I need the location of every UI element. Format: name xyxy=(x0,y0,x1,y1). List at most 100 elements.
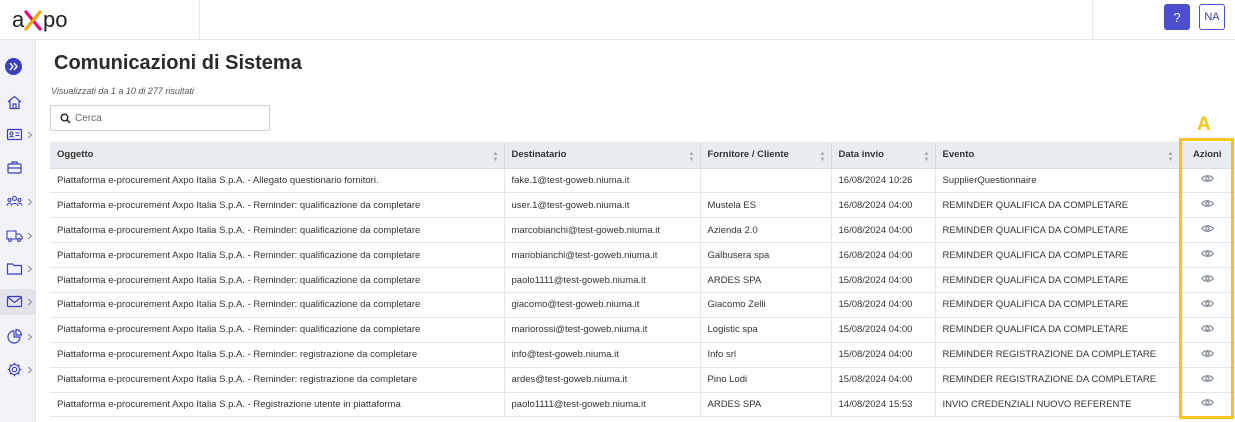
cell-evento: SupplierQuestionnaire xyxy=(935,168,1180,194)
page-title: Comunicazioni di Sistema xyxy=(54,52,302,74)
user-avatar[interactable]: NA xyxy=(1199,4,1225,30)
chevron-right-icon xyxy=(27,298,33,306)
cell-azioni xyxy=(1179,267,1235,293)
sort-icon[interactable]: ▲ ▼ xyxy=(820,151,826,163)
cell-evento: REMINDER REGISTRAZIONE DA COMPLETARE xyxy=(935,342,1180,368)
sort-icon[interactable]: ▲ ▼ xyxy=(924,151,930,163)
cell-fornitore: Mustela ES xyxy=(700,192,832,219)
column-header-fornitore[interactable]: Fornitore / Cliente ▲ ▼ xyxy=(700,142,832,169)
chevron-right-icon xyxy=(27,333,33,341)
cell-azioni xyxy=(1179,217,1235,244)
view-eye-icon[interactable] xyxy=(1200,249,1214,261)
view-eye-icon[interactable] xyxy=(1200,398,1214,410)
sidebar-item-communications[interactable] xyxy=(0,289,36,315)
cell-oggetto: Piattaforma e-procurement Axpo Italia S.… xyxy=(50,242,505,269)
folder-icon xyxy=(6,263,23,275)
results-count: Visualizzati da 1 a 10 di 277 risultati xyxy=(51,86,194,96)
cell-destinatario: giacomo@test-goweb.niuma.it xyxy=(504,292,701,318)
column-label: Destinatario xyxy=(511,149,567,161)
table-row[interactable]: Piattaforma e-procurement Axpo Italia S.… xyxy=(50,217,1235,244)
column-header-destinatario[interactable]: Destinatario ▲ ▼ xyxy=(504,142,701,169)
cell-evento: REMINDER REGISTRAZIONE DA COMPLETARE xyxy=(935,367,1180,393)
column-label: Azioni xyxy=(1193,149,1222,161)
table-row[interactable]: Piattaforma e-procurement Axpo Italia S.… xyxy=(50,242,1235,269)
users-icon xyxy=(6,195,23,207)
sort-icon[interactable]: ▲ ▼ xyxy=(493,151,499,163)
view-eye-icon[interactable] xyxy=(1200,324,1214,336)
cell-oggetto: Piattaforma e-procurement Axpo Italia S.… xyxy=(50,392,505,418)
chevron-right-icon xyxy=(27,198,33,206)
cell-oggetto: Piattaforma e-procurement Axpo Italia S.… xyxy=(50,367,505,393)
table-row[interactable]: Piattaforma e-procurement Axpo Italia S.… xyxy=(50,292,1235,318)
sidebar-item-procurement[interactable] xyxy=(0,155,36,181)
view-eye-icon[interactable] xyxy=(1200,174,1214,186)
sidebar-item-documents[interactable] xyxy=(0,256,36,282)
cell-oggetto: Piattaforma e-procurement Axpo Italia S.… xyxy=(50,292,505,318)
sidebar-item-home[interactable] xyxy=(0,90,36,116)
cell-destinatario: fake.1@test-goweb.niuma.it xyxy=(504,168,701,194)
column-header-evento[interactable]: Evento ▲ ▼ xyxy=(935,142,1180,169)
cell-data-invio: 14/08/2024 15:53 xyxy=(831,392,936,418)
mail-icon xyxy=(6,295,23,308)
table-row[interactable]: Piattaforma e-procurement Axpo Italia S.… xyxy=(50,367,1235,393)
truck-icon xyxy=(6,230,23,242)
sidebar-item-settings[interactable] xyxy=(0,357,36,383)
column-header-azioni: Azioni xyxy=(1179,142,1235,169)
cell-data-invio: 15/08/2024 04:00 xyxy=(831,267,936,293)
cell-azioni xyxy=(1179,168,1235,194)
sidebar-item-logistics[interactable] xyxy=(0,223,36,249)
cell-azioni xyxy=(1179,242,1235,269)
table-row[interactable]: Piattaforma e-procurement Axpo Italia S.… xyxy=(50,317,1235,343)
help-button[interactable]: ? xyxy=(1164,4,1190,30)
sidebar xyxy=(0,40,36,422)
briefcase-icon xyxy=(7,161,22,174)
search-box[interactable] xyxy=(50,105,270,131)
cell-fornitore: Galbusera spa xyxy=(700,242,832,269)
column-label: Fornitore / Cliente xyxy=(707,149,789,161)
cell-fornitore: ARDES SPA xyxy=(700,267,832,293)
view-eye-icon[interactable] xyxy=(1200,274,1214,286)
chevron-right-icon xyxy=(27,232,33,240)
table-row[interactable]: Piattaforma e-procurement Axpo Italia S.… xyxy=(50,192,1235,219)
view-eye-icon[interactable] xyxy=(1200,349,1214,361)
pie-chart-icon xyxy=(7,328,23,344)
double-chevron-right-icon xyxy=(9,62,18,71)
expand-sidebar-button[interactable] xyxy=(5,58,22,75)
column-header-data-invio[interactable]: Data invio ▲ ▼ xyxy=(831,142,936,169)
cell-fornitore xyxy=(700,168,832,194)
view-eye-icon[interactable] xyxy=(1200,299,1214,311)
cell-fornitore: Giacomo Zelli xyxy=(700,292,832,318)
view-eye-icon[interactable] xyxy=(1200,224,1214,236)
cell-evento: REMINDER QUALIFICA DA COMPLETARE xyxy=(935,242,1180,269)
sidebar-item-registry[interactable] xyxy=(0,122,36,148)
cell-oggetto: Piattaforma e-procurement Axpo Italia S.… xyxy=(50,342,505,368)
cell-data-invio: 16/08/2024 10:26 xyxy=(831,168,936,194)
table-row[interactable]: Piattaforma e-procurement Axpo Italia S.… xyxy=(50,168,1235,194)
cell-azioni xyxy=(1179,192,1235,219)
axpo-logo[interactable]: a po xyxy=(12,6,92,34)
sort-icon[interactable]: ▲ ▼ xyxy=(689,151,695,163)
column-label: Oggetto xyxy=(57,149,94,161)
view-eye-icon[interactable] xyxy=(1200,374,1214,386)
sort-icon[interactable]: ▲ ▼ xyxy=(1168,151,1174,163)
cell-destinatario: ardes@test-goweb.niuma.it xyxy=(504,367,701,393)
column-header-oggetto[interactable]: Oggetto ▲ ▼ xyxy=(50,142,505,169)
table-row[interactable]: Piattaforma e-procurement Axpo Italia S.… xyxy=(50,267,1235,293)
cell-azioni xyxy=(1179,342,1235,368)
table-row[interactable]: Piattaforma e-procurement Axpo Italia S.… xyxy=(50,342,1235,368)
table-row[interactable]: Piattaforma e-procurement Axpo Italia S.… xyxy=(50,392,1235,418)
cell-destinatario: info@test-goweb.niuma.it xyxy=(504,342,701,368)
search-input[interactable] xyxy=(75,110,261,126)
sidebar-item-reports[interactable] xyxy=(0,324,36,350)
view-eye-icon[interactable] xyxy=(1200,199,1214,211)
cell-oggetto: Piattaforma e-procurement Axpo Italia S.… xyxy=(50,192,505,219)
gear-icon xyxy=(7,362,22,377)
annotation-label: A xyxy=(1197,114,1211,135)
cell-fornitore: Azienda 2.0 xyxy=(700,217,832,244)
divider xyxy=(199,0,200,40)
cell-oggetto: Piattaforma e-procurement Axpo Italia S.… xyxy=(50,217,505,244)
divider xyxy=(1092,0,1093,40)
sidebar-item-users[interactable] xyxy=(0,189,36,215)
cell-azioni xyxy=(1179,292,1235,318)
cell-evento: REMINDER QUALIFICA DA COMPLETARE xyxy=(935,292,1180,318)
